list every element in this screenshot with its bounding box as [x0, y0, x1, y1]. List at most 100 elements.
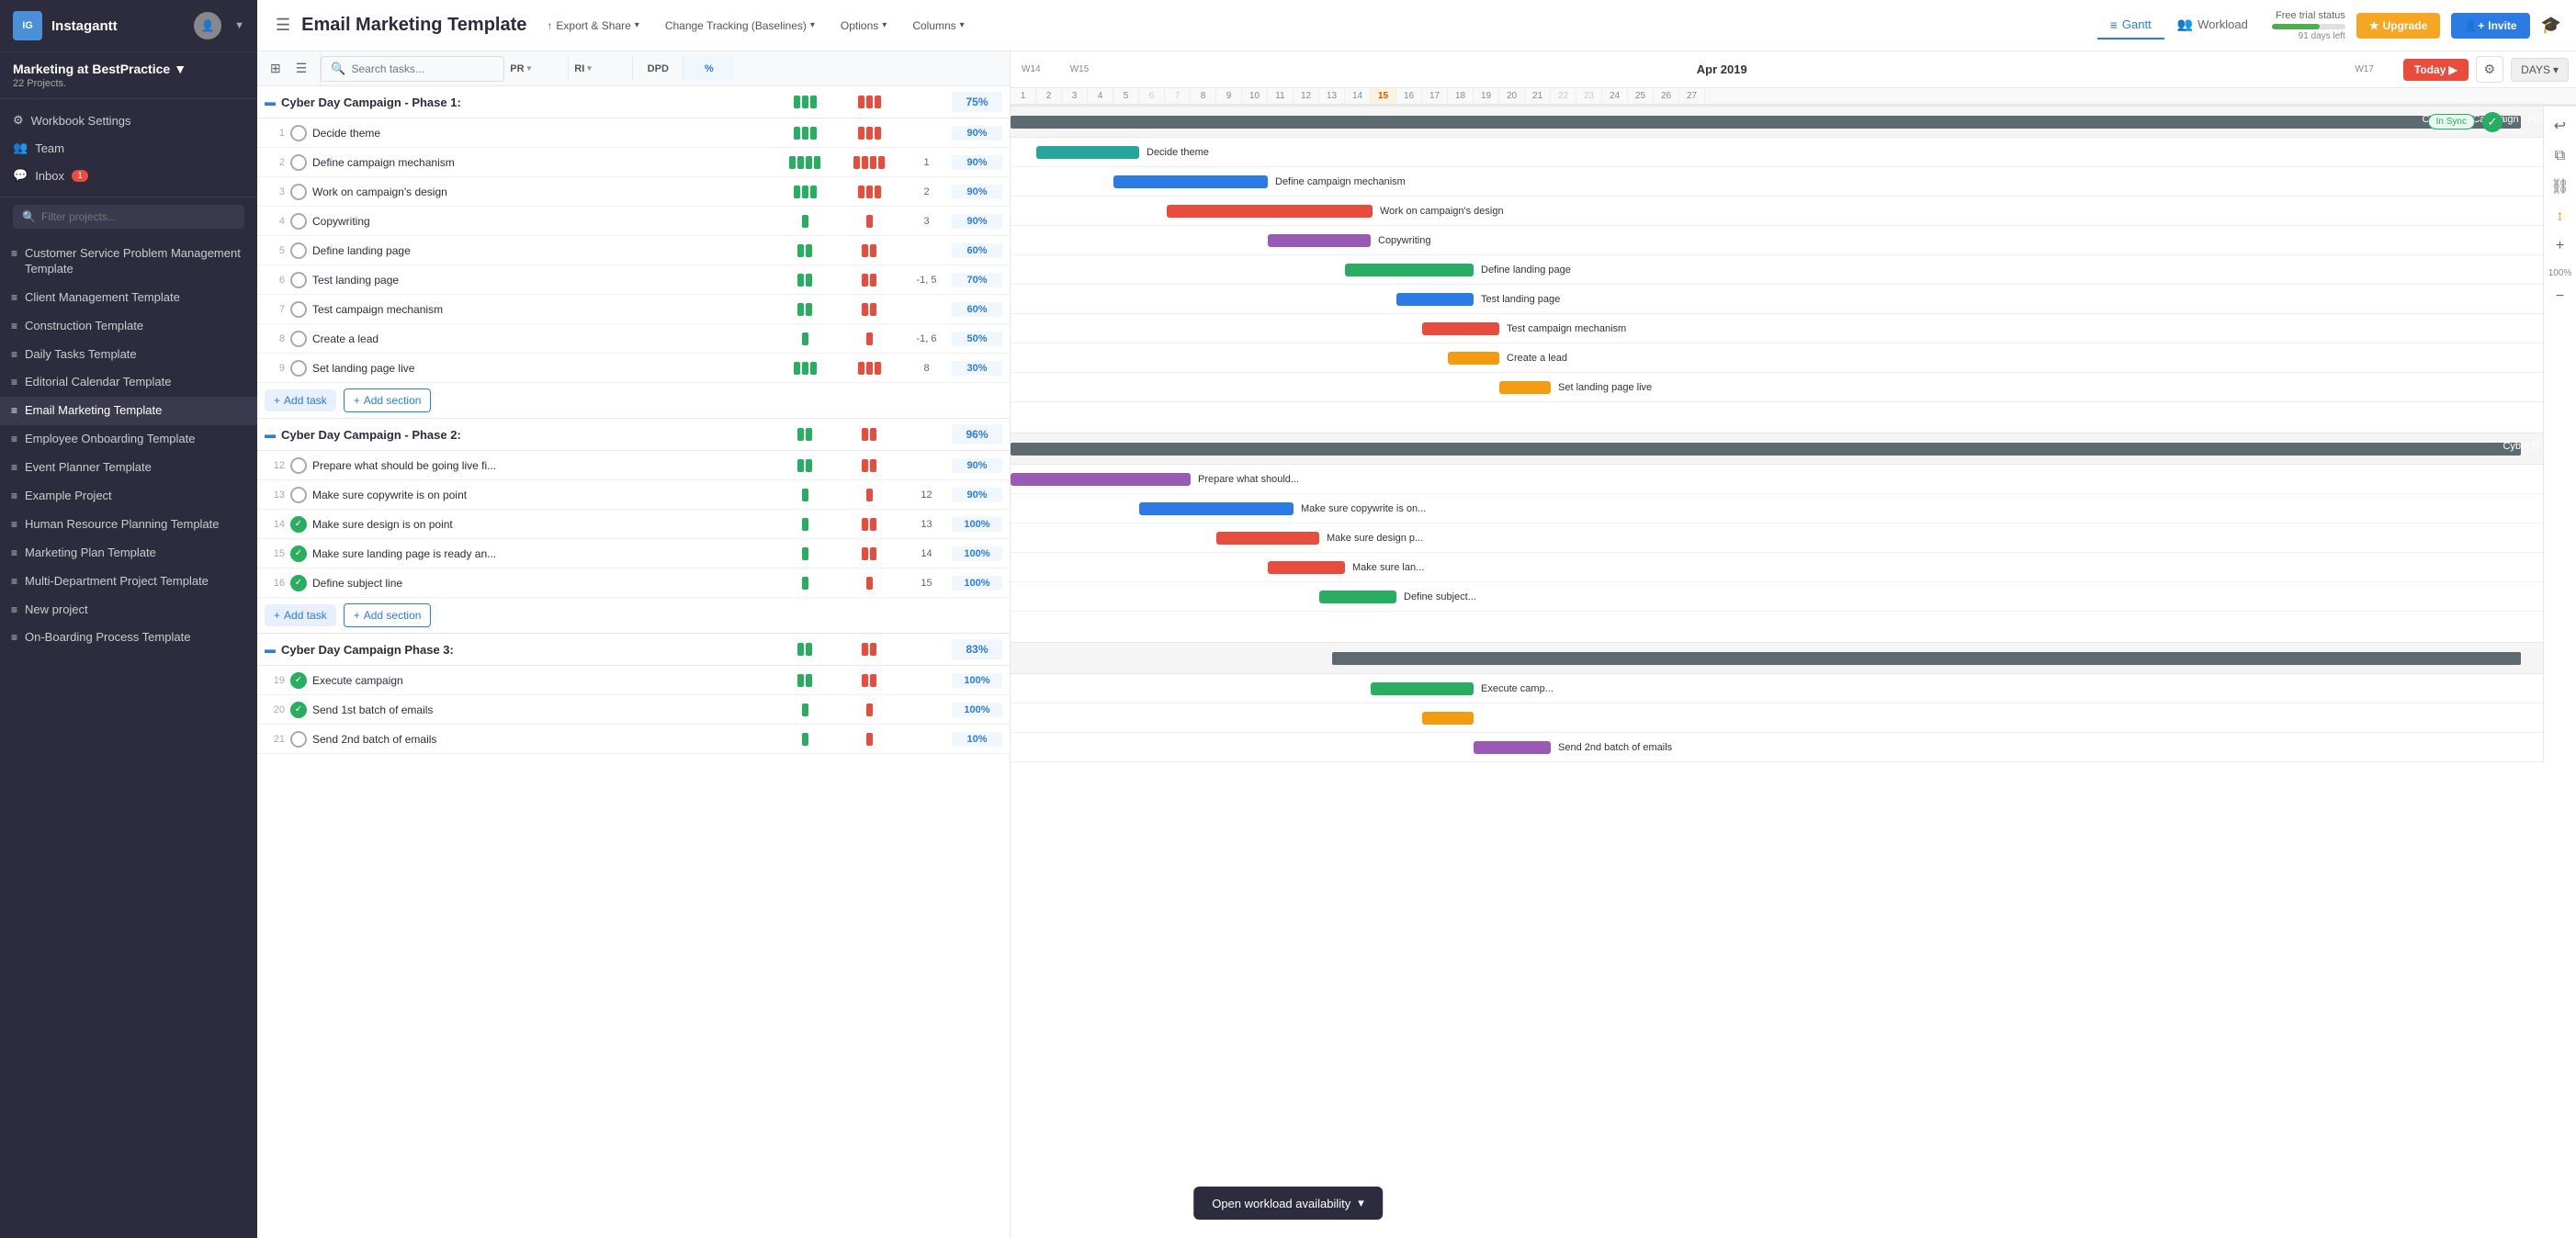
- gantt-bar[interactable]: [1139, 502, 1294, 515]
- link-button[interactable]: ⛓: [2548, 174, 2571, 198]
- user-avatar[interactable]: 👤: [194, 12, 221, 39]
- gantt-bar[interactable]: [1268, 561, 1345, 574]
- task-checkbox[interactable]: [290, 184, 307, 200]
- task-checkbox[interactable]: [290, 301, 307, 318]
- gantt-bar[interactable]: [1396, 293, 1474, 306]
- task-checkbox[interactable]: [290, 154, 307, 171]
- search-input[interactable]: [351, 62, 494, 75]
- gantt-bar[interactable]: [1268, 234, 1371, 247]
- gantt-bar[interactable]: [1113, 175, 1268, 188]
- add-section-button[interactable]: + Add section: [344, 603, 432, 627]
- gantt-bar[interactable]: [1167, 205, 1373, 218]
- today-button[interactable]: Today ▶: [2403, 59, 2469, 81]
- add-column-button[interactable]: ⊞: [265, 57, 287, 80]
- sidebar-item-team[interactable]: 👥 Team: [0, 134, 257, 162]
- sidebar-chevron-icon[interactable]: ▼: [234, 20, 244, 31]
- section-phase1[interactable]: ▬ Cyber Day Campaign - Phase 1: 75%: [257, 86, 1010, 118]
- gantt-bar[interactable]: [1319, 591, 1396, 603]
- task-checkbox[interactable]: [290, 213, 307, 230]
- table-row: 21 Send 2nd batch of emails 10%: [257, 725, 1010, 754]
- task-checkbox[interactable]: [290, 242, 307, 259]
- sort-button[interactable]: ↕: [2554, 206, 2567, 228]
- gantt-bar[interactable]: [1422, 712, 1474, 725]
- gantt-bar[interactable]: [1036, 146, 1139, 159]
- gantt-day-cell: 22: [1551, 88, 1576, 104]
- section-phase3[interactable]: ▬ Cyber Day Campaign Phase 3: 83%: [257, 634, 1010, 666]
- change-tracking-button[interactable]: Change Tracking (Baselines) ▾: [660, 16, 820, 36]
- gantt-bar-label: Create a lead: [1507, 353, 1567, 364]
- sidebar-item-on-boarding[interactable]: ≡ On-Boarding Process Template: [0, 624, 257, 652]
- section-phase2[interactable]: ▬ Cyber Day Campaign - Phase 2: 96%: [257, 419, 1010, 451]
- upgrade-button[interactable]: ★ Upgrade: [2356, 13, 2440, 39]
- task-checkbox[interactable]: [290, 125, 307, 141]
- sidebar-item-employee-onboarding[interactable]: ≡ Employee Onboarding Template: [0, 425, 257, 454]
- copy-button[interactable]: ⧉: [2552, 145, 2568, 167]
- task-checkbox[interactable]: [290, 546, 307, 562]
- export-share-button[interactable]: ↑ Export & Share ▾: [541, 16, 644, 36]
- tab-workload[interactable]: 👥 Workload: [2164, 11, 2261, 39]
- sidebar-item-inbox[interactable]: 💬 Inbox 1: [0, 162, 257, 189]
- sidebar-item-multi-department[interactable]: ≡ Multi-Department Project Template: [0, 568, 257, 596]
- sidebar-item-marketing-plan[interactable]: ≡ Marketing Plan Template: [0, 539, 257, 568]
- task-checkbox[interactable]: [290, 575, 307, 591]
- workload-availability-bar[interactable]: Open workload availability ▾: [1193, 1187, 1383, 1220]
- view-options-button[interactable]: ☰: [290, 57, 313, 80]
- gantt-bar[interactable]: [1474, 741, 1551, 754]
- sidebar-item-example[interactable]: ≡ Example Project: [0, 482, 257, 511]
- task-checkbox[interactable]: [290, 457, 307, 474]
- task-checkbox[interactable]: [290, 672, 307, 689]
- project-label: Example Project: [25, 489, 112, 504]
- add-section-button[interactable]: + Add section: [344, 388, 432, 412]
- gantt-bar[interactable]: [1422, 322, 1499, 335]
- sidebar-item-construction[interactable]: ≡ Construction Template: [0, 312, 257, 341]
- sidebar-item-workbook-settings[interactable]: ⚙ Workbook Settings: [0, 107, 257, 134]
- gantt-bar-label: Set landing page live: [1558, 382, 1652, 393]
- invite-button[interactable]: 👤+ Invite: [2451, 13, 2529, 39]
- gantt-bar[interactable]: [1499, 381, 1551, 394]
- task-checkbox[interactable]: [290, 731, 307, 748]
- gantt-task-row: Define campaign mechanism: [1011, 167, 2576, 197]
- add-button[interactable]: +: [2553, 235, 2567, 257]
- project-icon: ≡: [11, 348, 17, 363]
- add-task-button[interactable]: + Add task: [265, 389, 336, 411]
- gantt-settings-button[interactable]: ⚙: [2476, 56, 2504, 83]
- filter-input-field[interactable]: [41, 210, 235, 223]
- minus-button[interactable]: −: [2553, 286, 2567, 308]
- gantt-bar[interactable]: [1011, 473, 1191, 486]
- sidebar-item-human-resource[interactable]: ≡ Human Resource Planning Template: [0, 511, 257, 539]
- section-title: Cyber Day Campaign - Phase 2:: [281, 428, 773, 442]
- task-checkbox[interactable]: [290, 516, 307, 533]
- workspace-chevron-icon: ▼: [174, 62, 186, 76]
- options-button[interactable]: Options ▾: [835, 16, 892, 36]
- undo-button[interactable]: ↩: [2551, 114, 2569, 138]
- sidebar-item-editorial[interactable]: ≡ Editorial Calendar Template: [0, 368, 257, 397]
- task-checkbox[interactable]: [290, 360, 307, 377]
- columns-button[interactable]: Columns ▾: [907, 16, 969, 36]
- pr-column-header[interactable]: PR ▾: [504, 57, 569, 81]
- tab-gantt[interactable]: ≡ Gantt: [2097, 12, 2164, 39]
- gantt-bar[interactable]: [1448, 352, 1499, 365]
- task-checkbox[interactable]: [290, 702, 307, 718]
- sidebar-item-daily-tasks[interactable]: ≡ Daily Tasks Template: [0, 341, 257, 369]
- sidebar-item-new-project[interactable]: ≡ New project: [0, 596, 257, 625]
- gantt-bar[interactable]: [1216, 532, 1319, 545]
- filter-projects-input[interactable]: 🔍: [13, 205, 244, 229]
- task-checkbox[interactable]: [290, 331, 307, 347]
- sidebar-item-email-marketing[interactable]: ≡ Email Marketing Template: [0, 397, 257, 425]
- gantt-bar[interactable]: [1345, 264, 1474, 276]
- ri-column-header[interactable]: RI ▾: [569, 57, 633, 81]
- days-toggle-button[interactable]: DAYS ▾: [2511, 58, 2569, 82]
- gantt-bar[interactable]: [1371, 682, 1474, 695]
- task-checkbox[interactable]: [290, 487, 307, 503]
- menu-toggle-button[interactable]: ☰: [272, 12, 294, 39]
- gantt-body: Cyber Day Campaign - Ph... In Sync ✓ Dec…: [1011, 107, 2576, 762]
- sidebar-item-client-management[interactable]: ≡ Client Management Template: [0, 284, 257, 312]
- collapse-icon[interactable]: ▬: [265, 96, 276, 108]
- collapse-icon[interactable]: ▬: [265, 643, 276, 656]
- collapse-icon[interactable]: ▬: [265, 428, 276, 441]
- sidebar-item-customer-service[interactable]: ≡ Customer Service Problem Management Te…: [0, 240, 257, 284]
- task-checkbox[interactable]: [290, 272, 307, 288]
- workspace-name[interactable]: Marketing at BestPractice ▼: [13, 62, 244, 76]
- add-task-button[interactable]: + Add task: [265, 604, 336, 626]
- sidebar-item-event-planner[interactable]: ≡ Event Planner Template: [0, 454, 257, 482]
